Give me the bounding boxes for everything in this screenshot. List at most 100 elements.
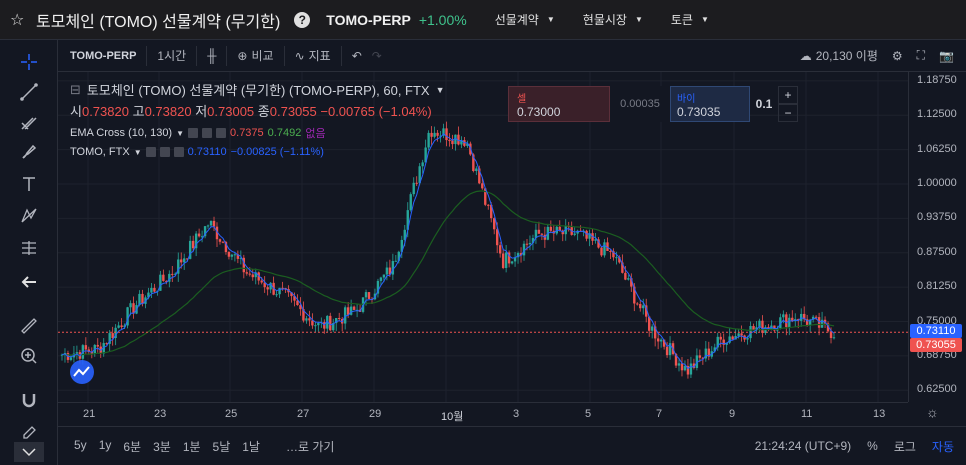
close-icon[interactable]	[173, 147, 184, 157]
candle-body	[680, 363, 684, 371]
time-tick: 29	[369, 408, 382, 420]
redo-icon[interactable]: ↷	[372, 49, 382, 63]
candle-body	[266, 287, 269, 290]
candle-body	[448, 140, 451, 142]
candle-body	[677, 363, 681, 366]
time-tick: 5	[585, 408, 592, 420]
settings-icon[interactable]	[202, 128, 213, 138]
eye-icon[interactable]	[145, 147, 156, 157]
close-icon[interactable]	[216, 128, 227, 138]
chevron-down-icon[interactable]: ▼	[436, 85, 445, 95]
high-label: 고	[132, 104, 145, 119]
legend-title: 토모체인 (TOMO) 선물계약 (무기한) (TOMO-PERP), 60, …	[86, 83, 430, 98]
candle-body	[495, 229, 499, 246]
menu-futures[interactable]: 선물계약 ▼	[495, 11, 555, 28]
candle-body	[409, 194, 412, 211]
log-toggle[interactable]: 로그	[894, 438, 916, 455]
candle-body	[305, 318, 308, 321]
compare-button[interactable]: ⊕ 비교	[237, 47, 273, 64]
decrease-button[interactable]: −	[778, 104, 798, 122]
fullscreen-icon[interactable]: ⛶	[917, 48, 925, 63]
text-icon[interactable]	[19, 174, 39, 194]
toolbar-symbol[interactable]: TOMO-PERP	[70, 50, 136, 62]
camera-icon[interactable]: 📷	[939, 49, 954, 63]
ideas-button[interactable]: ☁ 20,130 이평	[800, 47, 878, 64]
compare-label: 비교	[251, 49, 274, 63]
range-1y[interactable]: 1y	[99, 438, 112, 455]
chevron-down-icon: ▼	[634, 15, 643, 24]
interval-button[interactable]: 1시간	[157, 47, 186, 64]
price-tag-red: 0.73055	[910, 338, 962, 353]
menu-spot[interactable]: 현물시장 ▼	[583, 11, 643, 28]
goto-button[interactable]: …로 가기	[286, 438, 334, 455]
star-icon[interactable]: ☆	[10, 10, 30, 30]
range-5y[interactable]: 5y	[74, 438, 87, 455]
pattern-icon[interactable]	[19, 206, 39, 226]
menu-spot-label: 현물시장	[582, 13, 627, 27]
axis-settings-icon[interactable]: ☼	[926, 404, 939, 420]
price-tag-blue: 0.73110	[910, 323, 962, 338]
settings-icon[interactable]: ⚙	[892, 49, 903, 63]
undo-icon[interactable]: ↶	[352, 49, 362, 63]
indicator-name: TOMO, FTX	[70, 146, 130, 158]
chart-legend: ⊟ 토모체인 (TOMO) 선물계약 (무기한) (TOMO-PERP), 60…	[70, 80, 445, 159]
candle-body	[197, 233, 201, 237]
indicator-tomo-ftx[interactable]: TOMO, FTX ▼ 0.73110 −0.00825 (−1.11%)	[70, 146, 445, 158]
magnet-icon[interactable]	[19, 390, 39, 410]
candle-body	[84, 345, 88, 350]
candle-body	[96, 344, 99, 347]
chevron-down-icon[interactable]: ▼	[134, 148, 142, 157]
ruler-icon[interactable]	[19, 316, 39, 336]
help-icon[interactable]: ?	[294, 11, 311, 28]
candle-body	[615, 257, 618, 259]
time-axis[interactable]: 21 23 25 27 29 10월 3 5 7 9 11 13	[58, 402, 908, 426]
chart-type-icon[interactable]: ╫	[207, 48, 216, 63]
buy-button[interactable]: 바이 0.73035	[670, 86, 750, 122]
candle-body	[642, 305, 645, 309]
candle-body	[731, 336, 734, 340]
change-percent: +1.00%	[418, 11, 467, 28]
range-buttons: 5y 1y 6분 3분 1분 5날 1날	[74, 438, 260, 455]
range-6m[interactable]: 6분	[123, 438, 141, 455]
candle-body	[498, 245, 502, 254]
measure-lines-icon[interactable]	[19, 238, 39, 258]
auto-toggle[interactable]: 자동	[932, 438, 954, 455]
percent-toggle[interactable]: %	[867, 439, 878, 453]
eye-icon[interactable]	[188, 128, 199, 138]
price-tick: 1.12500	[917, 108, 957, 121]
arrow-left-icon[interactable]	[19, 272, 39, 292]
time-tick: 11	[801, 408, 813, 420]
pitchfork-icon[interactable]	[19, 112, 39, 132]
zoom-icon[interactable]	[19, 346, 39, 366]
sell-button[interactable]: 셀 0.73000	[508, 86, 610, 122]
price-axis[interactable]: 1.18750 1.12500 1.06250 1.00000 0.93750 0.875…	[908, 72, 966, 402]
range-3m[interactable]: 3분	[153, 438, 171, 455]
candle-body	[248, 273, 251, 275]
indicator-ema-cross[interactable]: EMA Cross (10, 130) ▼ 0.7375 0.7492 없음	[70, 125, 445, 141]
chart-toolbar: TOMO-PERP 1시간 ╫ ⊕ 비교 ∿ 지표 ↶ ↷ ☁ 20,130 이평 ⚙…	[58, 40, 966, 72]
range-5d[interactable]: 5날	[213, 438, 231, 455]
brush-icon[interactable]	[19, 142, 39, 162]
candle-body	[308, 318, 311, 321]
collapse-icon[interactable]: ⊟	[70, 82, 81, 98]
menu-token[interactable]: 토큰 ▼	[671, 11, 709, 28]
range-1m[interactable]: 1분	[183, 438, 201, 455]
crosshair-icon[interactable]	[19, 52, 39, 72]
range-1d[interactable]: 1날	[242, 438, 260, 455]
trendline-icon[interactable]	[19, 82, 39, 102]
candle-body	[278, 287, 281, 295]
chevron-down-icon[interactable]	[14, 442, 44, 462]
chevron-down-icon[interactable]: ▼	[176, 129, 184, 138]
candle-body	[740, 333, 743, 336]
candle-body	[412, 182, 415, 195]
indicator-value: 0.7492	[267, 127, 302, 139]
increase-button[interactable]: +	[778, 86, 798, 104]
open-label: 시	[70, 104, 82, 119]
quantity-stepper: + −	[778, 86, 798, 122]
quantity-value[interactable]: 0.1	[750, 86, 778, 122]
indicators-button[interactable]: ∿ 지표	[295, 47, 331, 64]
settings-icon[interactable]	[159, 147, 170, 157]
price-tick: 1.00000	[917, 177, 957, 189]
quick-order-panel: 셀 0.73000 0.00035 바이 0.73035 0.1 + −	[508, 86, 808, 122]
lock-drawing-icon[interactable]	[19, 420, 39, 440]
